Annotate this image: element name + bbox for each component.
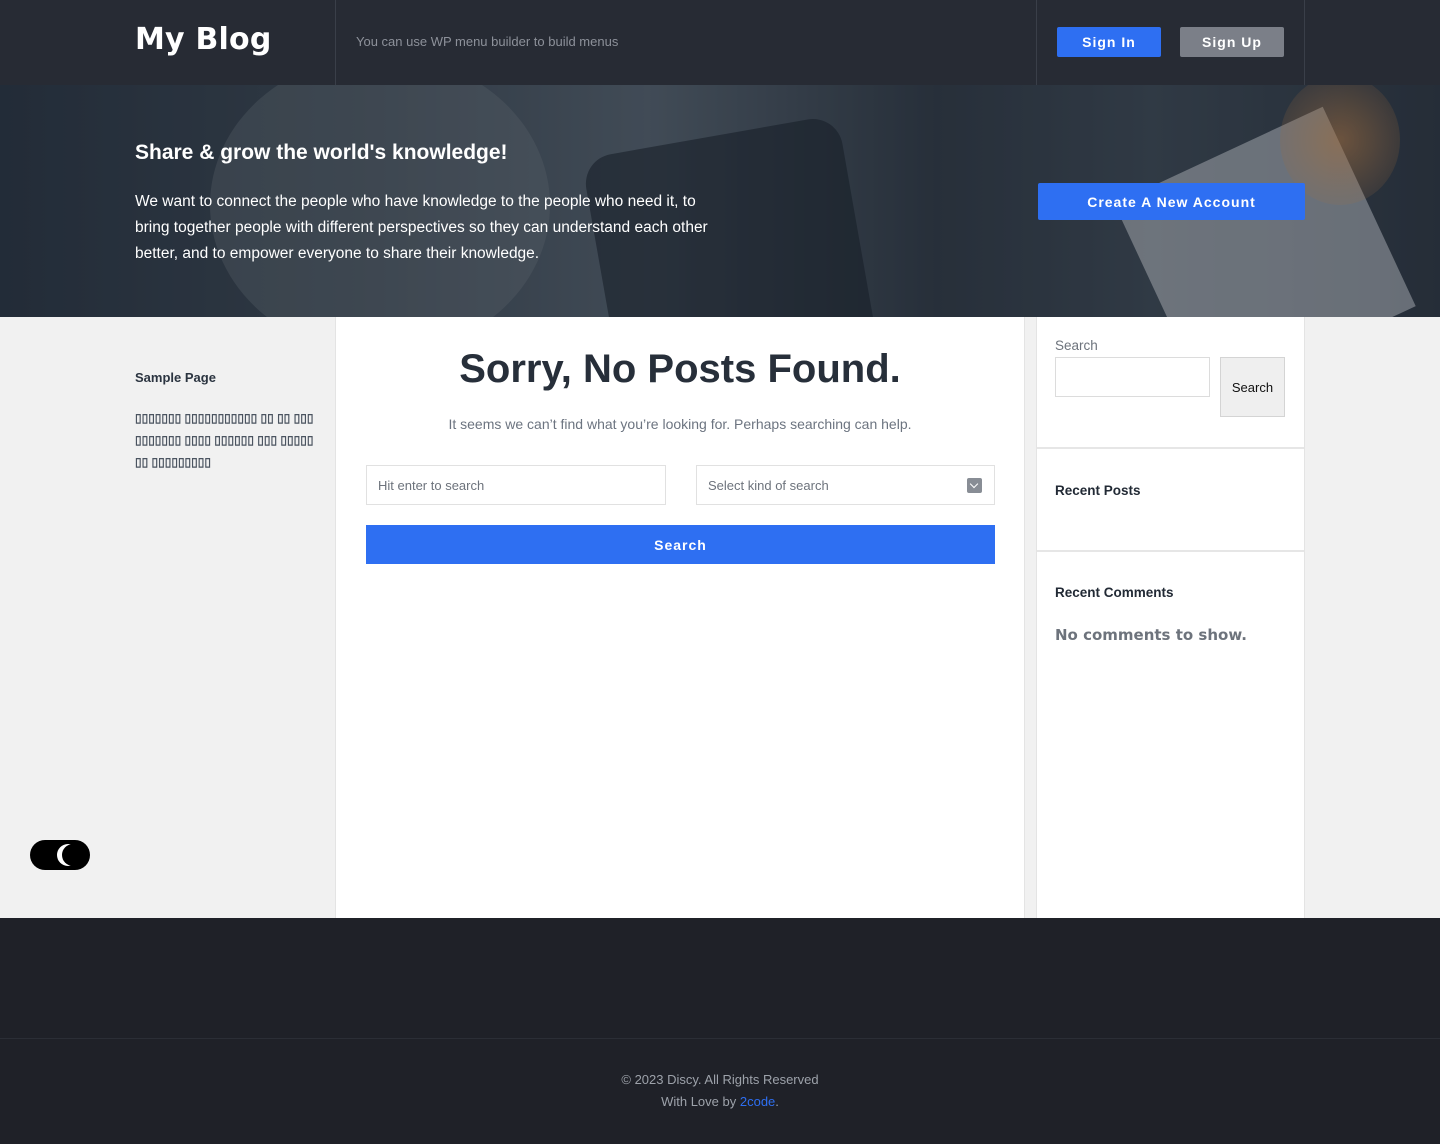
nav-item-sample-page[interactable]: Sample Page <box>135 370 315 385</box>
hero-banner: Share & grow the world's knowledge! We w… <box>0 85 1440 317</box>
search-kind-select[interactable]: Select kind of search <box>696 465 995 505</box>
search-kind-value: Select kind of search <box>708 477 829 493</box>
no-posts-help-text: It seems we can’t find what you’re looki… <box>448 416 912 432</box>
credit-prefix: With Love by <box>661 1094 740 1109</box>
hero-title: Share & grow the world's knowledge! <box>135 141 508 164</box>
site-logo[interactable]: My Blog <box>135 22 272 57</box>
no-posts-heading: Sorry, No Posts Found. <box>459 347 901 391</box>
left-navigation: Sample Page ▯▯▯▯▯▯▯ ▯▯▯▯▯▯▯▯▯▯▯ ▯▯ ▯▯ ▯▯… <box>135 370 315 473</box>
search-widget-label: Search <box>1055 338 1098 353</box>
header-divider <box>1304 0 1305 85</box>
search-widget: Search Search <box>1037 317 1304 449</box>
site-footer: © 2023 Discy. All Rights Reserved With L… <box>0 918 1440 1144</box>
sidebar-search-button[interactable]: Search <box>1220 357 1285 417</box>
credit-link[interactable]: 2code <box>740 1094 775 1109</box>
recent-posts-title: Recent Posts <box>1055 483 1141 498</box>
footer-divider <box>0 1038 1440 1039</box>
dark-mode-toggle[interactable] <box>30 840 90 870</box>
recent-comments-widget: Recent Comments No comments to show. <box>1037 552 1304 732</box>
main-content: Sorry, No Posts Found. It seems we can’t… <box>335 317 1025 918</box>
sidebar-search-input[interactable] <box>1055 357 1210 397</box>
hero-description: We want to connect the people who have k… <box>135 193 708 262</box>
right-sidebar: Search Search Recent Posts Recent Commen… <box>1036 317 1305 918</box>
recent-comments-title: Recent Comments <box>1055 585 1174 600</box>
search-button[interactable]: Search <box>366 525 995 564</box>
no-comments-text: No comments to show. <box>1055 626 1247 644</box>
menu-hint-text: You can use WP menu builder to build men… <box>356 34 619 49</box>
header-divider <box>335 0 336 85</box>
chevron-down-icon <box>967 478 982 493</box>
credit-line: With Love by 2code. <box>0 1094 1440 1109</box>
search-input[interactable]: Hit enter to search <box>366 465 666 505</box>
create-account-button[interactable]: Create A New Account <box>1038 183 1305 220</box>
credit-suffix: . <box>775 1094 779 1109</box>
copyright-text: © 2023 Discy. All Rights Reserved <box>621 1072 819 1087</box>
header-divider <box>1036 0 1037 85</box>
moon-icon <box>62 844 84 866</box>
nav-item-unrendered-text[interactable]: ▯▯▯▯▯▯▯ ▯▯▯▯▯▯▯▯▯▯▯ ▯▯ ▯▯ ▯▯▯ ▯▯▯▯▯▯▯ ▯▯… <box>135 407 315 473</box>
recent-posts-widget: Recent Posts <box>1037 449 1304 552</box>
sign-in-button[interactable]: Sign In <box>1057 27 1161 57</box>
top-header: My Blog You can use WP menu builder to b… <box>0 0 1440 85</box>
sign-up-button[interactable]: Sign Up <box>1180 27 1284 57</box>
